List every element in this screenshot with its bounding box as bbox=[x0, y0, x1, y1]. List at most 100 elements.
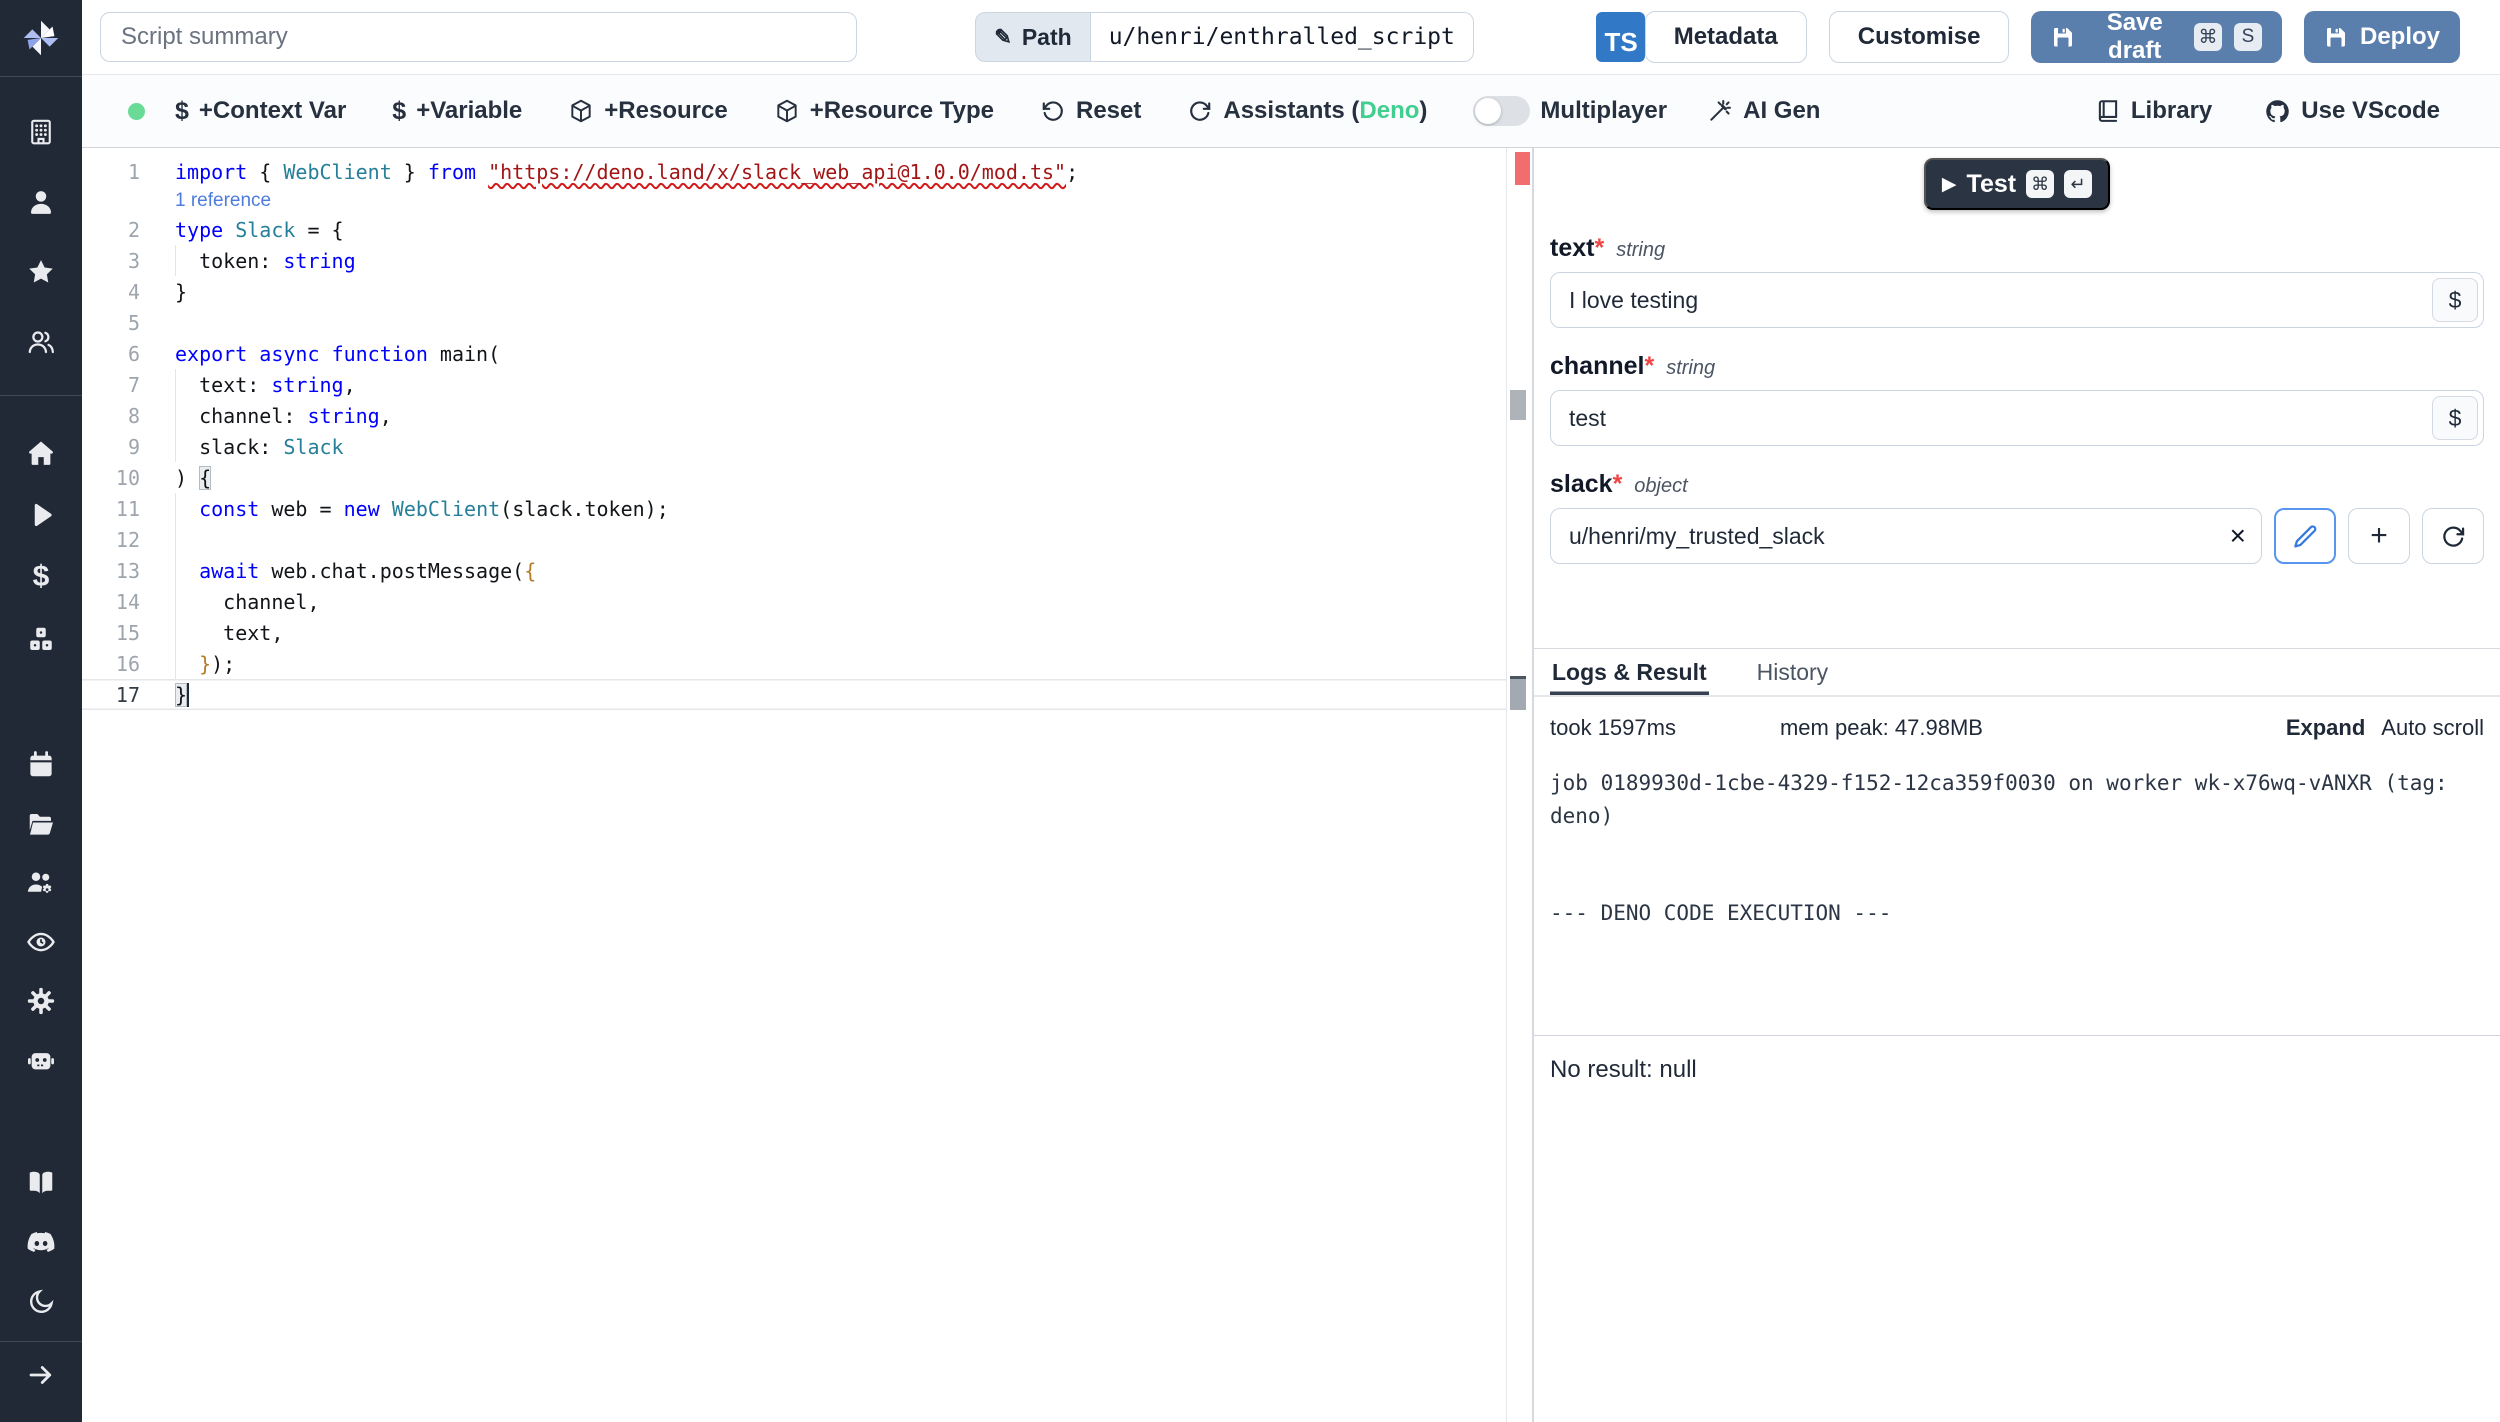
text-input[interactable] bbox=[1550, 272, 2484, 328]
dollar-icon: $ bbox=[26, 562, 56, 592]
edit-resource-button[interactable] bbox=[2274, 508, 2336, 564]
code-line-16[interactable]: 16 }); bbox=[82, 648, 1506, 679]
code-line-9[interactable]: 9 slack: Slack bbox=[82, 431, 1506, 462]
sidebar-item-building[interactable] bbox=[24, 115, 58, 149]
script-summary-input[interactable] bbox=[100, 12, 857, 62]
slack-input[interactable] bbox=[1550, 508, 2262, 564]
connection-status-dot bbox=[128, 103, 145, 120]
add-resource-button[interactable]: +Resource bbox=[568, 97, 727, 125]
add-variable-button[interactable]: $+Variable bbox=[392, 97, 522, 126]
code-line-13[interactable]: 13 await web.chat.postMessage({ bbox=[82, 555, 1506, 586]
sidebar-item-moon[interactable] bbox=[24, 1285, 58, 1319]
code-line-10[interactable]: 10) { bbox=[82, 462, 1506, 493]
building-icon bbox=[26, 117, 56, 147]
add-resource-button[interactable]: + bbox=[2348, 508, 2410, 564]
codelens-references[interactable]: 1 reference bbox=[82, 187, 1506, 214]
tab-history[interactable]: History bbox=[1755, 649, 1831, 695]
sidebar-item-star[interactable] bbox=[24, 255, 58, 289]
refresh-resource-button[interactable] bbox=[2422, 508, 2484, 564]
code-line-8[interactable]: 8 channel: string, bbox=[82, 400, 1506, 431]
log-output: job 0189930d-1cbe-4329-f152-12ca359f0030… bbox=[1534, 767, 2500, 1035]
line-number: 11 bbox=[82, 497, 140, 521]
sidebar-item-eye[interactable] bbox=[24, 925, 58, 959]
add-context-var-button[interactable]: $+Context Var bbox=[175, 97, 346, 126]
multiplayer-toggle[interactable] bbox=[1473, 96, 1530, 126]
play-icon bbox=[26, 500, 56, 530]
code-line-1[interactable]: 1import { WebClient } from "https://deno… bbox=[82, 156, 1506, 187]
code-line-11[interactable]: 11 const web = new WebClient(slack.token… bbox=[82, 493, 1506, 524]
line-number: 4 bbox=[82, 280, 140, 304]
log-line bbox=[1550, 832, 2484, 865]
script-path-value[interactable]: u/henri/enthralled_script bbox=[1091, 12, 1474, 62]
sidebar-item-calendar[interactable] bbox=[24, 748, 58, 782]
arrow-right-icon bbox=[26, 1360, 56, 1390]
use-vscode-button[interactable]: Use VScode bbox=[2264, 97, 2440, 125]
language-accent: Deno bbox=[1359, 97, 1419, 124]
deploy-button[interactable]: Deploy bbox=[2304, 11, 2460, 63]
sidebar-item-user[interactable] bbox=[24, 185, 58, 219]
code-line-3[interactable]: 3 token: string bbox=[82, 245, 1506, 276]
code-text: } bbox=[175, 276, 1506, 307]
channel-input[interactable] bbox=[1550, 390, 2484, 446]
sidebar-item-arrow-right[interactable] bbox=[24, 1358, 58, 1392]
ai-gen-button[interactable]: AI Gen bbox=[1707, 97, 1820, 125]
reset-button[interactable]: Reset bbox=[1040, 97, 1141, 125]
sidebar-item-book[interactable] bbox=[24, 1165, 58, 1199]
insert-variable-button[interactable]: $ bbox=[2432, 278, 2478, 322]
robot-icon bbox=[26, 1045, 56, 1075]
sidebar-item-cubes[interactable] bbox=[24, 622, 58, 656]
text-cursor bbox=[187, 683, 189, 707]
assistants-button[interactable]: Assistants (Deno) bbox=[1187, 97, 1427, 125]
code-line-2[interactable]: 2type Slack = { bbox=[82, 214, 1506, 245]
book-icon bbox=[2095, 98, 2121, 124]
code-editor[interactable]: 1import { WebClient } from "https://deno… bbox=[82, 148, 1506, 1422]
code-line-6[interactable]: 6export async function main( bbox=[82, 338, 1506, 369]
code-line-17[interactable]: 17} bbox=[82, 679, 1506, 710]
code-line-12[interactable]: 12 bbox=[82, 524, 1506, 555]
sidebar-item-robot[interactable] bbox=[24, 1043, 58, 1077]
line-number: 2 bbox=[82, 218, 140, 242]
scrollbar-thumb[interactable] bbox=[1510, 390, 1526, 420]
add-resource-type-button[interactable]: +Resource Type bbox=[774, 97, 994, 125]
sidebar-item-users[interactable] bbox=[24, 325, 58, 359]
save-draft-button[interactable]: Save draft ⌘ S bbox=[2031, 11, 2282, 63]
expand-button[interactable]: Expand bbox=[2286, 715, 2365, 741]
gear-icon bbox=[26, 986, 56, 1016]
line-number: 15 bbox=[82, 621, 140, 645]
sidebar-item-users-gear[interactable] bbox=[24, 866, 58, 900]
insert-variable-button[interactable]: $ bbox=[2432, 396, 2478, 440]
line-number: 3 bbox=[82, 249, 140, 273]
run-arguments-form: text*string$channel*string$slack*object×… bbox=[1534, 210, 2500, 564]
metadata-button[interactable]: Metadata bbox=[1645, 11, 1807, 63]
code-text: }); bbox=[175, 648, 1506, 679]
code-line-15[interactable]: 15 text, bbox=[82, 617, 1506, 648]
code-line-5[interactable]: 5 bbox=[82, 307, 1506, 338]
customise-button[interactable]: Customise bbox=[1829, 11, 2010, 63]
code-text: import { WebClient } from "https://deno.… bbox=[175, 156, 1506, 187]
library-button[interactable]: Library bbox=[2095, 97, 2212, 125]
clear-resource-button[interactable]: × bbox=[2230, 508, 2246, 564]
sidebar-item-dollar[interactable]: $ bbox=[24, 560, 58, 594]
sidebar-item-home[interactable] bbox=[24, 436, 58, 470]
cube-icon bbox=[774, 98, 800, 124]
sidebar-item-play[interactable] bbox=[24, 498, 58, 532]
tab-logs-result[interactable]: Logs & Result bbox=[1550, 649, 1709, 695]
reset-icon bbox=[1040, 98, 1066, 124]
code-line-4[interactable]: 4} bbox=[82, 276, 1506, 307]
sidebar-item-folder[interactable] bbox=[24, 807, 58, 841]
sidebar-item-discord[interactable] bbox=[24, 1225, 58, 1259]
cursor-marker[interactable] bbox=[1510, 676, 1526, 710]
code-line-14[interactable]: 14 channel, bbox=[82, 586, 1506, 617]
windmill-logo[interactable] bbox=[0, 0, 82, 77]
sidebar-item-gear[interactable] bbox=[24, 984, 58, 1018]
wand-icon bbox=[1707, 98, 1733, 124]
path-edit-button[interactable]: ✎ Path bbox=[975, 12, 1090, 62]
field-row-channel: $ bbox=[1550, 390, 2484, 446]
code-line-7[interactable]: 7 text: string, bbox=[82, 369, 1506, 400]
test-button[interactable]: ▶ Test ⌘ ↵ bbox=[1924, 158, 2110, 210]
path-label: Path bbox=[1022, 24, 1072, 51]
auto-scroll-toggle[interactable]: Auto scroll bbox=[2381, 715, 2484, 741]
home-icon bbox=[26, 438, 56, 468]
field-label-channel: channel*string bbox=[1550, 352, 2484, 381]
top-bar: ✎ Path u/henri/enthralled_script TS Meta… bbox=[82, 0, 2500, 75]
